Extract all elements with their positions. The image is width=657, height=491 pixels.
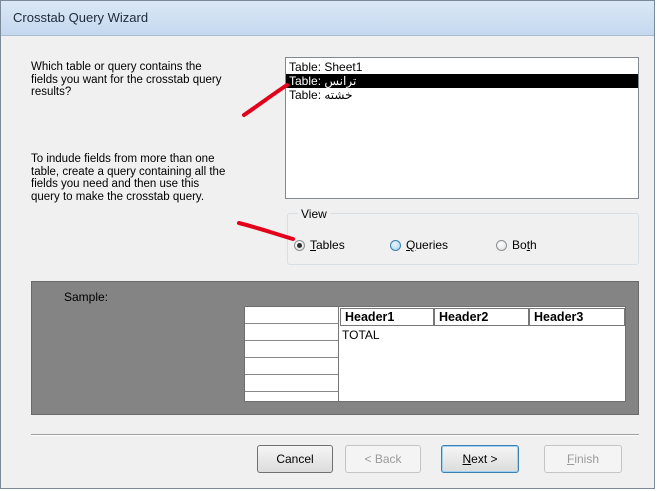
crosstab-wizard-window: Crosstab Query Wizard Which table or que… — [0, 0, 655, 489]
question-line: fields you want for the crosstab query — [31, 73, 222, 86]
radio-unchecked-icon[interactable] — [390, 239, 401, 251]
cancel-button[interactable]: Cancel — [257, 445, 333, 473]
column-header-2: Header2 — [434, 308, 529, 326]
list-item-sheet1[interactable]: Table: Sheet1 — [286, 60, 638, 74]
hint-line: fields you need and then use this — [31, 178, 200, 190]
column-header-1: Header1 — [340, 308, 434, 326]
annotation-arrow-tables — [237, 221, 295, 241]
view-legend: View — [298, 207, 330, 221]
title-bar: Crosstab Query Wizard — [1, 1, 654, 36]
hint-text: To indude fields from more than one tabl… — [31, 153, 276, 203]
hint-line: query to make the crosstab query. — [31, 190, 205, 203]
radio-tables-label: Tables — [310, 238, 345, 252]
total-cell: TOTAL — [342, 328, 380, 342]
question-line: results? — [31, 86, 72, 98]
hint-line: To indude fields from more than one — [31, 153, 215, 165]
list-item[interactable]: Table: خشته — [286, 88, 638, 102]
button-separator — [31, 434, 639, 436]
view-groupbox: View Tables Queries Both — [287, 207, 639, 265]
window-title: Crosstab Query Wizard — [13, 10, 149, 25]
annotation-arrow-list — [242, 83, 289, 117]
next-button[interactable]: Next > — [441, 445, 519, 473]
question-line: Which table or query contains the — [31, 61, 202, 73]
radio-unchecked-icon[interactable] — [496, 239, 507, 251]
sample-panel: Sample: Header1 Header2 Header3 TOTAL — [31, 281, 639, 415]
list-item-selected[interactable]: Table: ترانس — [286, 74, 638, 88]
back-button[interactable]: < Back — [345, 445, 421, 473]
hint-line: table, create a query containing all the — [31, 165, 226, 178]
sample-label: Sample: — [64, 290, 109, 304]
table-query-listbox[interactable]: Table: Sheet1 Table: ترانس Table: خشته — [285, 57, 639, 199]
radio-queries-label: Queries — [406, 238, 449, 252]
row-header-cell — [245, 375, 338, 392]
finish-button[interactable]: Finish — [544, 445, 622, 473]
sample-grid: Header1 Header2 Header3 TOTAL — [244, 306, 626, 402]
row-header-cell — [245, 307, 338, 324]
radio-queries[interactable]: Queries — [390, 238, 448, 252]
row-header-cell — [245, 341, 338, 358]
row-header-cell — [245, 358, 338, 375]
radio-tables[interactable]: Tables — [294, 238, 345, 252]
row-headers — [245, 307, 339, 401]
column-header-3: Header3 — [529, 308, 625, 326]
row-header-cell — [245, 324, 338, 341]
radio-both[interactable]: Both — [496, 238, 537, 252]
question-text: Which table or query contains the fields… — [31, 61, 271, 99]
radio-both-label: Both — [512, 238, 537, 252]
